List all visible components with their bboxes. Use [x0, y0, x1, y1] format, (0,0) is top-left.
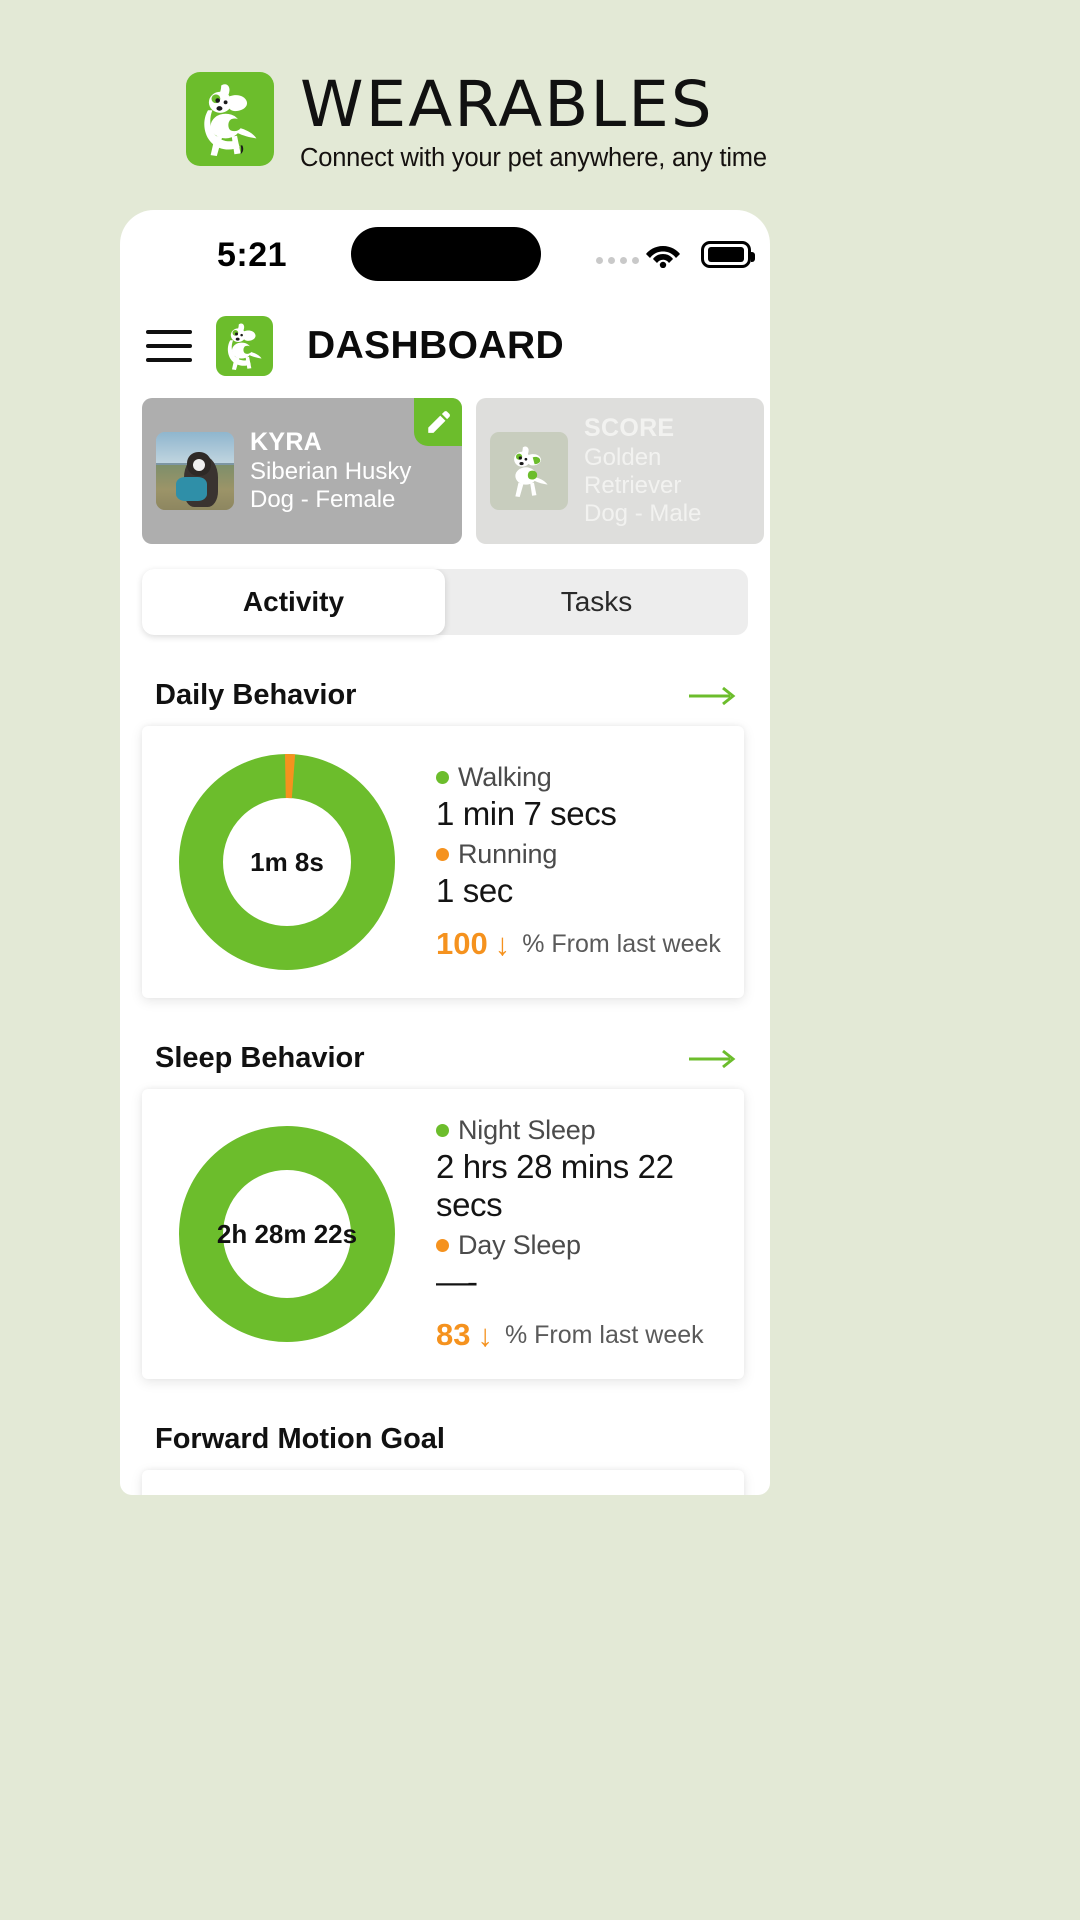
dog-logo-icon: [186, 72, 274, 166]
sleep-delta: 83 ↓ % From last week: [436, 1317, 744, 1353]
legend-dot-walking: [436, 771, 449, 785]
battery-full-icon: [701, 241, 755, 268]
app-bar: DASHBOARD: [120, 298, 770, 398]
brand-tagline: Connect with your pet anywhere, any time: [300, 143, 767, 172]
section-title: Sleep Behavior: [155, 1042, 365, 1075]
status-time: 5:21: [217, 236, 288, 274]
delta-text: % From last week: [522, 929, 721, 958]
daily-behavior-legend: Walking 1 min 7 secs Running 1 sec 100 ↓…: [432, 762, 744, 962]
section-title: Daily Behavior: [155, 679, 357, 712]
avatar: [156, 432, 234, 511]
legend-dot-day-sleep: [436, 1239, 449, 1253]
sleep-behavior-card: 2h 28m 22s Night Sleep 2 hrs 28 mins 22 …: [142, 1089, 744, 1380]
pet-breed: Golden Retriever: [584, 443, 682, 499]
pet-breed: Siberian Husky: [250, 457, 412, 485]
legend-value: —-: [436, 1263, 478, 1301]
avatar: [490, 432, 568, 511]
legend-value: 1 min 7 secs: [436, 795, 617, 833]
legend-value: 2 hrs 28 mins 22 secs: [436, 1148, 674, 1224]
daily-behavior-card: 1m 8s Walking 1 min 7 secs Running 1 sec…: [142, 726, 744, 999]
legend-value: 1 sec: [436, 872, 513, 910]
legend-label: Running: [458, 839, 558, 870]
pet-sex: Dog - Female: [250, 485, 396, 513]
tab-bar: Activity Tasks: [142, 569, 748, 636]
arrow-right-icon[interactable]: [688, 1048, 738, 1070]
tab-tasks[interactable]: Tasks: [445, 569, 748, 635]
page-title: DASHBOARD: [307, 324, 565, 367]
sleep-behavior-chart: 2h 28m 22s: [142, 1124, 432, 1344]
legend-item-running: Running 1 sec: [436, 839, 744, 910]
delta-number: 100: [436, 926, 488, 962]
pet-name: KYRA: [250, 428, 323, 457]
legend-item-walking: Walking 1 min 7 secs: [436, 762, 744, 833]
dog-logo-glyph: [227, 323, 262, 370]
donut-center-label: 1m 8s: [250, 846, 324, 877]
legend-item-day-sleep: Day Sleep —-: [436, 1230, 744, 1301]
pet-card-score[interactable]: SCORE Golden Retriever Dog - Male: [476, 398, 764, 545]
legend-label: Day Sleep: [458, 1230, 581, 1261]
arrow-down-icon: ↓: [494, 926, 511, 962]
phone-mockup: 5:21 DASHBOARD KYRA Siberian Husky Dog -…: [120, 210, 770, 1495]
legend-label: Walking: [458, 762, 552, 793]
dog-logo-glyph: [204, 84, 257, 156]
wifi-icon: [644, 240, 682, 273]
section-title: Forward Motion Goal: [155, 1423, 445, 1456]
delta-text: % From last week: [504, 1320, 704, 1349]
legend-dot-night-sleep: [436, 1124, 449, 1138]
dynamic-island: [351, 227, 541, 281]
hamburger-menu-icon[interactable]: [146, 330, 192, 362]
section-daily-behavior: Daily Behavior 1m 8s Walking 1 min 7 sec…: [120, 679, 770, 999]
daily-behavior-chart: 1m 8s: [142, 752, 432, 972]
delta-number: 83: [436, 1317, 471, 1353]
pet-selector: KYRA Siberian Husky Dog - Female SCORE G…: [120, 398, 770, 545]
legend-label: Night Sleep: [458, 1115, 596, 1146]
daily-delta: 100 ↓ % From last week: [436, 926, 744, 962]
brand-header: WEARABLES Connect with your pet anywhere…: [186, 72, 767, 173]
sleep-behavior-legend: Night Sleep 2 hrs 28 mins 22 secs Day Sl…: [432, 1115, 744, 1353]
pet-name: SCORE: [584, 414, 675, 442]
arrow-right-icon[interactable]: [688, 685, 738, 707]
tab-activity[interactable]: Activity: [142, 569, 445, 636]
forward-motion-goal-card: 1% Goal Set 1Hr Achieved 1 min 8 secs: [142, 1470, 744, 1495]
pet-sex: Dog - Male: [584, 500, 702, 528]
signal-dots-icon: [596, 257, 639, 264]
pet-card-kyra[interactable]: KYRA Siberian Husky Dog - Female: [142, 398, 462, 545]
section-forward-motion-goal: Forward Motion Goal 1% Goal Set 1Hr: [120, 1423, 770, 1495]
pencil-edit-icon[interactable]: [414, 398, 462, 446]
status-bar: 5:21: [120, 210, 770, 298]
dog-logo-icon: [216, 316, 273, 376]
legend-item-night-sleep: Night Sleep 2 hrs 28 mins 22 secs: [436, 1115, 744, 1224]
section-sleep-behavior: Sleep Behavior 2h 28m 22s Night Sleep 2 …: [120, 1042, 770, 1380]
donut-center-label: 2h 28m 22s: [216, 1218, 358, 1249]
arrow-down-icon: ↓: [477, 1317, 493, 1353]
dog-illustration-icon: [514, 446, 548, 498]
brand-title: WEARABLES: [300, 68, 714, 141]
legend-dot-running: [436, 848, 449, 862]
